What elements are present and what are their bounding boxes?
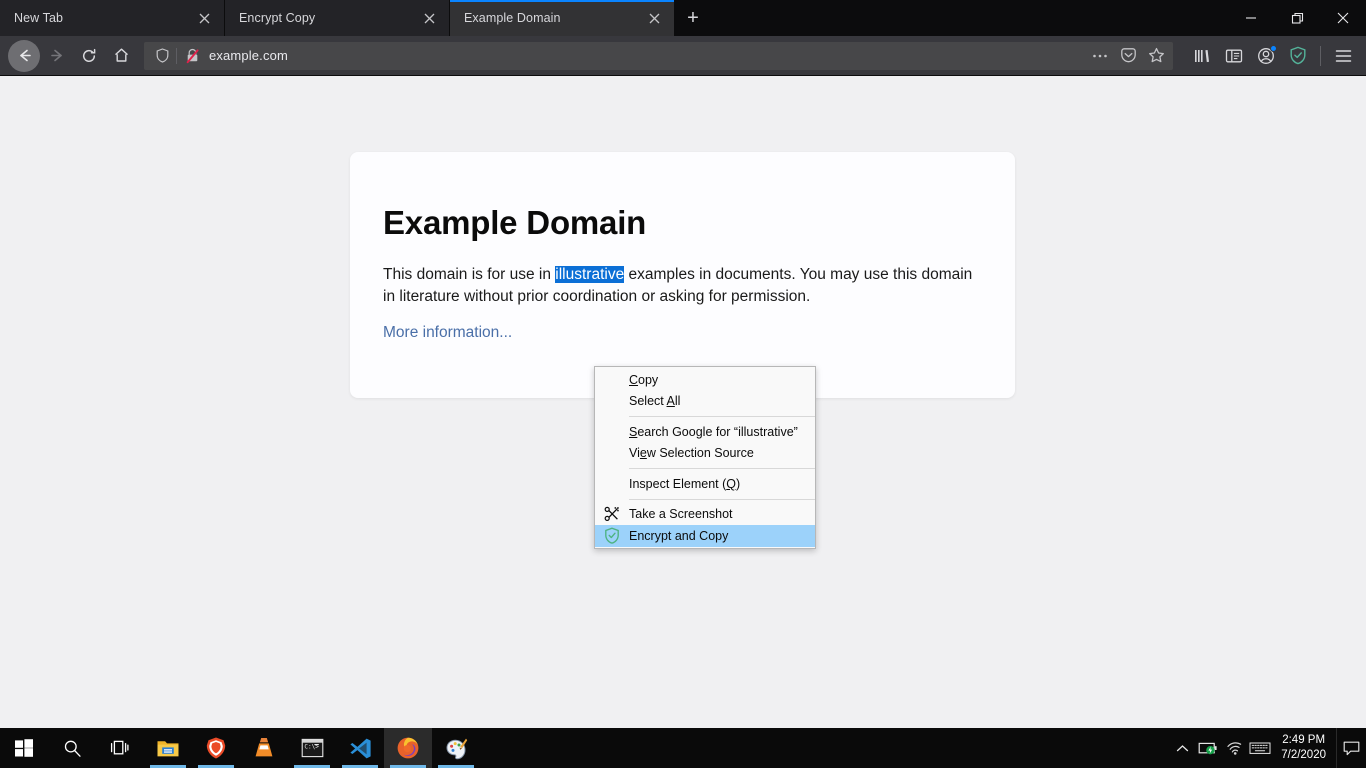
menu-item-select-all[interactable]: Select All: [595, 391, 815, 413]
page-viewport: Example Domain This domain is for use in…: [0, 76, 1366, 727]
url-actions: [1087, 44, 1169, 68]
bookmark-star-icon[interactable]: [1143, 44, 1169, 68]
firefox-icon[interactable]: [384, 728, 432, 768]
page-paragraph[interactable]: This domain is for use in illustrative e…: [383, 264, 981, 308]
window-controls: [1228, 0, 1366, 36]
taskbar: C:\> 2:49 PM 7/2/2020: [0, 728, 1366, 768]
clock[interactable]: 2:49 PM 7/2/2020: [1273, 733, 1336, 763]
tab-new-tab[interactable]: New Tab: [0, 0, 225, 36]
menu-item-label: Select All: [629, 394, 681, 409]
url-divider: [176, 47, 177, 64]
menu-item-copy[interactable]: Copy: [595, 369, 815, 391]
paragraph-text-before: This domain is for use in: [383, 266, 556, 283]
page-title: Example Domain: [383, 204, 647, 241]
url-text[interactable]: example.com: [203, 48, 1087, 63]
page-actions-icon[interactable]: [1087, 44, 1113, 68]
example-domain-card: Example Domain This domain is for use in…: [350, 152, 1015, 398]
vlc-media-player-icon[interactable]: [240, 728, 288, 768]
selected-text[interactable]: illustrative: [555, 266, 625, 283]
address-bar[interactable]: example.com: [144, 41, 1173, 70]
toolbar-divider: [1320, 45, 1321, 66]
file-explorer-icon[interactable]: [144, 728, 192, 768]
paint-icon[interactable]: [432, 728, 480, 768]
app-menu-icon[interactable]: [1328, 41, 1358, 71]
menu-item-label: View Selection Source: [629, 446, 754, 461]
menu-item-label: Inspect Element (Q): [629, 476, 741, 491]
close-button[interactable]: [1320, 0, 1366, 36]
firefox-window: New Tab Encrypt Copy Example Domain + ex…: [0, 0, 1366, 728]
touch-keyboard-icon[interactable]: [1247, 728, 1273, 768]
new-tab-button[interactable]: +: [675, 1, 711, 35]
tab-encrypt-copy[interactable]: Encrypt Copy: [225, 0, 450, 36]
reload-button[interactable]: [74, 41, 104, 71]
pocket-icon[interactable]: [1115, 44, 1141, 68]
back-button[interactable]: [8, 39, 40, 72]
clock-date: 7/2/2020: [1281, 749, 1326, 761]
battery-icon[interactable]: [1195, 728, 1221, 768]
close-icon[interactable]: [644, 8, 664, 28]
menu-item-label: Copy: [629, 372, 659, 387]
menu-separator: [629, 416, 815, 417]
account-notification-dot: [1270, 44, 1277, 52]
action-center-icon[interactable]: [1336, 728, 1366, 768]
home-button[interactable]: [106, 41, 136, 71]
tab-title: New Tab: [14, 11, 64, 25]
visual-studio-code-icon[interactable]: [336, 728, 384, 768]
menu-item-view-selection-source[interactable]: View Selection Source: [595, 443, 815, 465]
menu-separator: [629, 468, 815, 469]
account-icon[interactable]: [1251, 41, 1281, 71]
menu-item-search-google[interactable]: Search Google for “illustrative”: [595, 421, 815, 443]
screenshot-icon: [603, 505, 621, 523]
tab-example-domain[interactable]: Example Domain: [450, 0, 675, 36]
menu-item-label: Take a Screenshot: [629, 507, 733, 522]
task-view-button[interactable]: [96, 728, 144, 768]
menu-item-encrypt-and-copy[interactable]: Encrypt and Copy: [595, 525, 815, 547]
search-button[interactable]: [48, 728, 96, 768]
menu-item-inspect-element[interactable]: Inspect Element (Q): [595, 473, 815, 495]
restore-button[interactable]: [1274, 0, 1320, 36]
site-information-icon[interactable]: [150, 48, 174, 63]
desktop: New Tab Encrypt Copy Example Domain + ex…: [0, 0, 1366, 768]
show-hidden-icons-chevron-up-icon[interactable]: [1169, 728, 1195, 768]
tab-title: Encrypt Copy: [239, 11, 316, 25]
menu-item-label: Search Google for “illustrative”: [629, 424, 798, 439]
menu-item-label: Encrypt and Copy: [629, 528, 729, 543]
navigation-toolbar: example.com: [0, 36, 1366, 76]
menu-item-take-a-screenshot[interactable]: Take a Screenshot: [595, 504, 815, 526]
close-icon[interactable]: [194, 8, 214, 28]
tracking-protection-shield-icon[interactable]: [1283, 41, 1313, 71]
menu-separator: [629, 498, 815, 500]
system-tray: 2:49 PM 7/2/2020: [1169, 728, 1366, 768]
tab-title: Example Domain: [464, 11, 561, 25]
command-prompt-icon[interactable]: C:\>: [288, 728, 336, 768]
close-icon[interactable]: [419, 8, 439, 28]
sidebar-icon[interactable]: [1219, 41, 1249, 71]
brave-browser-icon[interactable]: [192, 728, 240, 768]
library-icon[interactable]: [1187, 41, 1217, 71]
insecure-lock-icon[interactable]: [181, 48, 203, 64]
start-button[interactable]: [0, 728, 48, 768]
toolbar-right-actions: [1181, 41, 1358, 71]
tab-strip: New Tab Encrypt Copy Example Domain +: [0, 0, 1366, 36]
context-menu: Copy Select All Search Google for “illus…: [594, 366, 816, 549]
shield-check-icon: [603, 527, 621, 545]
more-information-link[interactable]: More information...: [383, 324, 512, 341]
minimize-button[interactable]: [1228, 0, 1274, 36]
wifi-icon[interactable]: [1221, 728, 1247, 768]
clock-time: 2:49 PM: [1282, 734, 1326, 746]
forward-button[interactable]: [42, 41, 72, 71]
plus-icon: +: [687, 6, 699, 29]
